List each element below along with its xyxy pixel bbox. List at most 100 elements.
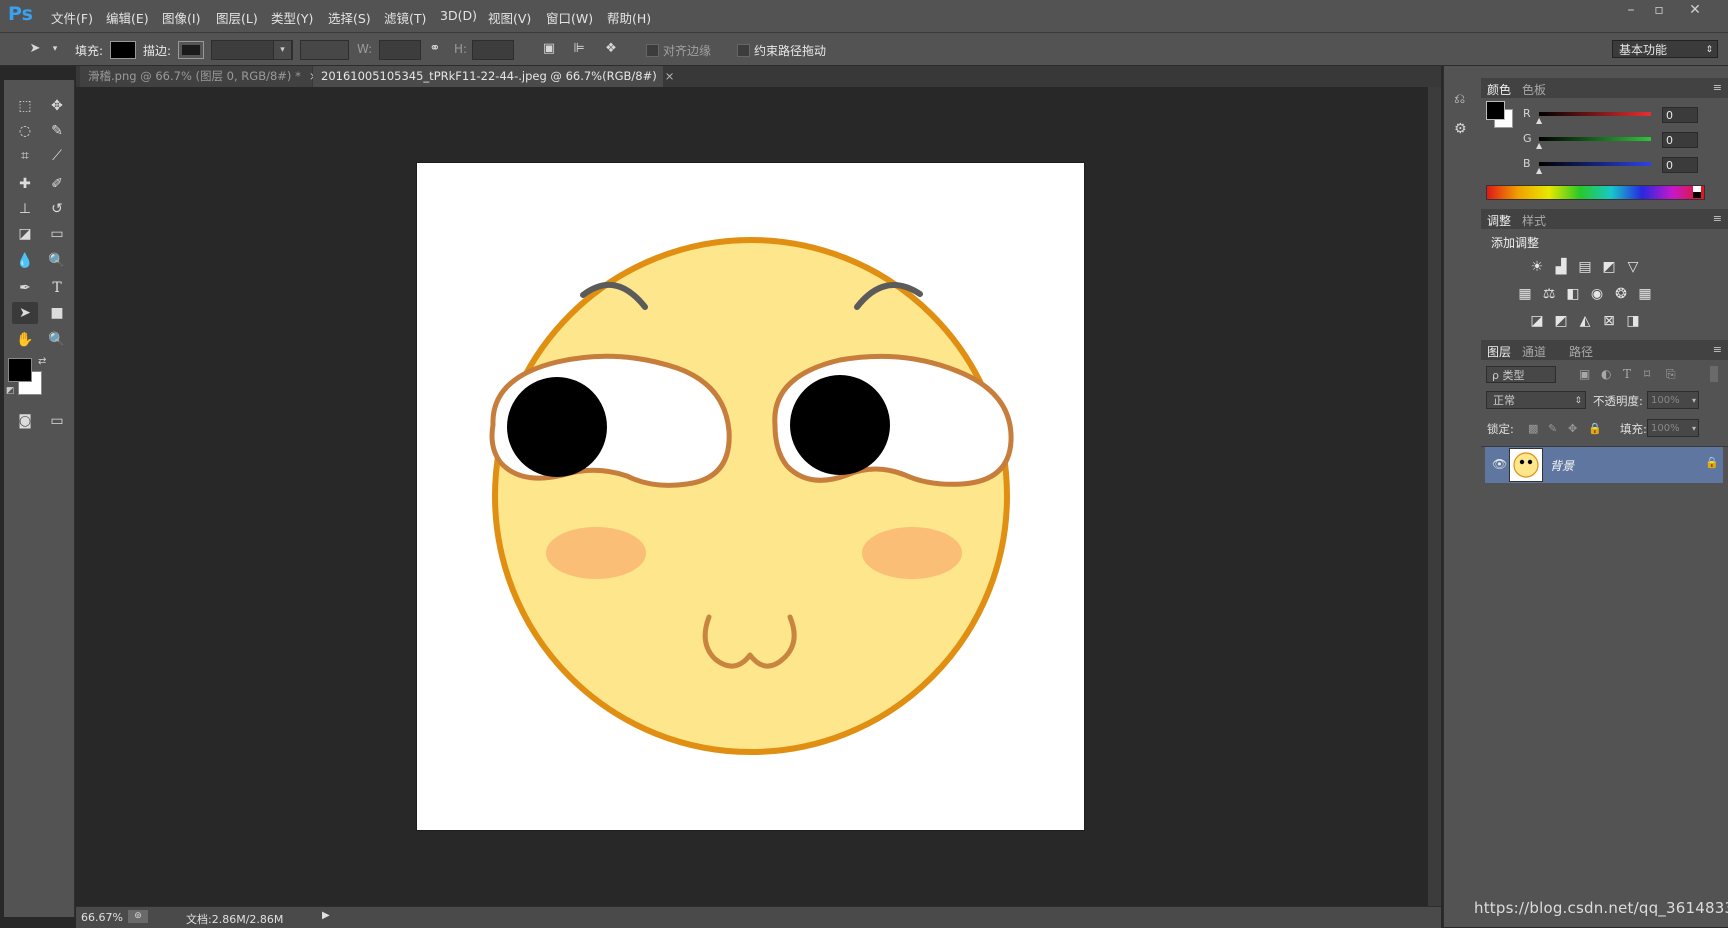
tab-paths[interactable]: 路径	[1569, 343, 1593, 360]
blue-slider[interactable]	[1539, 162, 1651, 166]
hand-tool-icon[interactable]: ✋	[12, 329, 38, 351]
menu-file[interactable]: 文件(F)	[51, 8, 93, 27]
color-spectrum-bar[interactable]	[1486, 185, 1705, 200]
filter-type-icon[interactable]: T	[1623, 367, 1631, 381]
tab-adjustments[interactable]: 调整	[1487, 212, 1511, 229]
filter-pixel-icon[interactable]: ▣	[1579, 367, 1590, 381]
posterize-icon[interactable]: ◩	[1552, 313, 1570, 329]
eyedropper-tool-icon[interactable]: ⟋	[44, 145, 70, 167]
maximize-button[interactable]: ▫	[1645, 2, 1673, 22]
brush-tool-icon[interactable]: ✐	[44, 173, 70, 195]
minimize-button[interactable]: –	[1617, 2, 1645, 22]
filter-toggle[interactable]	[1710, 366, 1718, 382]
opacity-field[interactable]: 100% ▾	[1647, 391, 1699, 409]
fill-swatch[interactable]	[110, 41, 136, 59]
document-canvas[interactable]	[417, 163, 1084, 830]
eraser-tool-icon[interactable]: ◪	[12, 223, 38, 245]
panel-menu-icon[interactable]: ≡	[1713, 212, 1722, 225]
lock-transparent-icon[interactable]: ▩	[1528, 422, 1538, 435]
vibrance-icon[interactable]: ▽	[1624, 259, 1642, 275]
path-selection-tool-icon[interactable]: ➤	[12, 302, 38, 324]
height-field[interactable]	[472, 40, 514, 60]
tab-color[interactable]: 颜色	[1487, 81, 1511, 98]
workspace-select[interactable]: 基本功能 ⇕	[1612, 40, 1718, 58]
green-value[interactable]: 0	[1662, 132, 1698, 148]
type-tool-icon[interactable]: T	[44, 277, 70, 299]
clone-stamp-tool-icon[interactable]: ⊥	[12, 198, 38, 220]
lock-all-icon[interactable]: 🔒	[1588, 422, 1602, 435]
slider-thumb-icon[interactable]: ▲	[1536, 166, 1542, 175]
fill-field[interactable]: 100% ▾	[1647, 419, 1699, 437]
marquee-tool-icon[interactable]: ⬚	[12, 95, 38, 117]
gradient-map-icon[interactable]: ◨	[1624, 313, 1642, 329]
invert-icon[interactable]: ◪	[1528, 313, 1546, 329]
menu-type[interactable]: 类型(Y)	[271, 8, 313, 27]
black-white-icon[interactable]: ◧	[1564, 286, 1582, 302]
lock-position-icon[interactable]: ✥	[1568, 422, 1577, 435]
vertical-scrollbar[interactable]	[1428, 87, 1441, 906]
channel-mixer-icon[interactable]: ❂	[1612, 286, 1630, 302]
menu-select[interactable]: 选择(S)	[328, 8, 371, 27]
filter-shape-icon[interactable]: ⌑	[1644, 367, 1650, 381]
link-icon[interactable]: ⚭	[426, 41, 444, 57]
tab-layers[interactable]: 图层	[1487, 343, 1511, 360]
status-menu-arrow-icon[interactable]: ▶	[322, 910, 330, 921]
move-tool-icon[interactable]: ✥	[44, 95, 70, 117]
stroke-type-dropdown[interactable]	[300, 40, 349, 60]
properties-panel-icon[interactable]: ⚙	[1454, 121, 1467, 137]
layer-name[interactable]: 背景	[1550, 457, 1574, 474]
photo-filter-icon[interactable]: ◉	[1588, 286, 1606, 302]
blend-mode-select[interactable]: 正常 ⇕	[1486, 391, 1586, 409]
menu-layer[interactable]: 图层(L)	[216, 8, 258, 27]
hue-saturation-icon[interactable]: ▦	[1516, 286, 1534, 302]
tab-huaji-png[interactable]: 滑稽.png @ 66.7% (图层 0, RGB/8#) *×	[80, 66, 318, 87]
exposure-icon[interactable]: ◩	[1600, 259, 1618, 275]
gradient-tool-icon[interactable]: ▭	[44, 223, 70, 245]
selective-color-icon[interactable]: ⊠	[1600, 313, 1618, 329]
threshold-icon[interactable]: ◭	[1576, 313, 1594, 329]
close-icon[interactable]: ×	[665, 69, 675, 83]
fg-color-chip[interactable]	[1486, 101, 1505, 120]
lock-image-icon[interactable]: ✎	[1548, 422, 1557, 435]
color-lookup-icon[interactable]: ▦	[1636, 286, 1654, 302]
lasso-tool-icon[interactable]: ◌	[12, 120, 38, 142]
constrain-path-checkbox[interactable]	[737, 44, 750, 57]
tab-styles[interactable]: 样式	[1522, 212, 1546, 229]
menu-edit[interactable]: 编辑(E)	[106, 8, 149, 27]
default-colors-icon[interactable]: ◩	[6, 386, 15, 396]
red-slider[interactable]	[1539, 112, 1651, 116]
zoom-tool-icon[interactable]: 🔍	[44, 329, 70, 351]
align-edges-checkbox[interactable]	[646, 44, 659, 57]
path-operations-icon[interactable]: ▣	[540, 41, 558, 57]
quick-select-tool-icon[interactable]: ✎	[44, 120, 70, 142]
dodge-tool-icon[interactable]: 🔍	[44, 250, 70, 272]
menu-view[interactable]: 视图(V)	[488, 8, 531, 27]
history-panel-icon[interactable]: ⎌	[1454, 91, 1465, 107]
swap-colors-icon[interactable]: ⇄	[38, 356, 46, 367]
menu-image[interactable]: 图像(I)	[162, 8, 200, 27]
tab-channels[interactable]: 通道	[1522, 343, 1546, 360]
path-alignment-icon[interactable]: ⊫	[570, 41, 588, 57]
brightness-icon[interactable]: ☀	[1528, 259, 1546, 275]
pen-tool-icon[interactable]: ✒	[12, 277, 38, 299]
close-button[interactable]: ✕	[1681, 2, 1709, 22]
zoom-preview-icon[interactable]: ⊚	[128, 910, 148, 923]
healing-brush-tool-icon[interactable]: ✚	[12, 173, 38, 195]
blur-tool-icon[interactable]: 💧	[12, 250, 38, 272]
red-value[interactable]: 0	[1662, 107, 1698, 123]
spectrum-black-chip[interactable]	[1693, 192, 1701, 198]
menu-help[interactable]: 帮助(H)	[607, 8, 651, 27]
path-arrangement-icon[interactable]: ❖	[602, 41, 620, 57]
tab-swatches[interactable]: 色板	[1522, 81, 1546, 98]
menu-3d[interactable]: 3D(D)	[440, 8, 477, 23]
stroke-width-dropdown-icon[interactable]: ▾	[273, 40, 292, 60]
tab-jpeg-document[interactable]: 20161005105345_tPRkF11-22-44-.jpeg @ 66.…	[313, 66, 674, 87]
color-balance-icon[interactable]: ⚖	[1540, 286, 1558, 302]
layer-row-background[interactable]: 👁 背景 🔒	[1485, 447, 1723, 483]
green-slider[interactable]	[1539, 137, 1651, 141]
tool-preset-dropdown-icon[interactable]: ▾	[46, 41, 64, 57]
screen-mode-icon[interactable]: ▭	[44, 410, 70, 432]
foreground-color-swatch[interactable]	[8, 358, 32, 382]
panel-menu-icon[interactable]: ≡	[1713, 81, 1722, 94]
quick-mask-icon[interactable]: ◙	[12, 410, 38, 432]
